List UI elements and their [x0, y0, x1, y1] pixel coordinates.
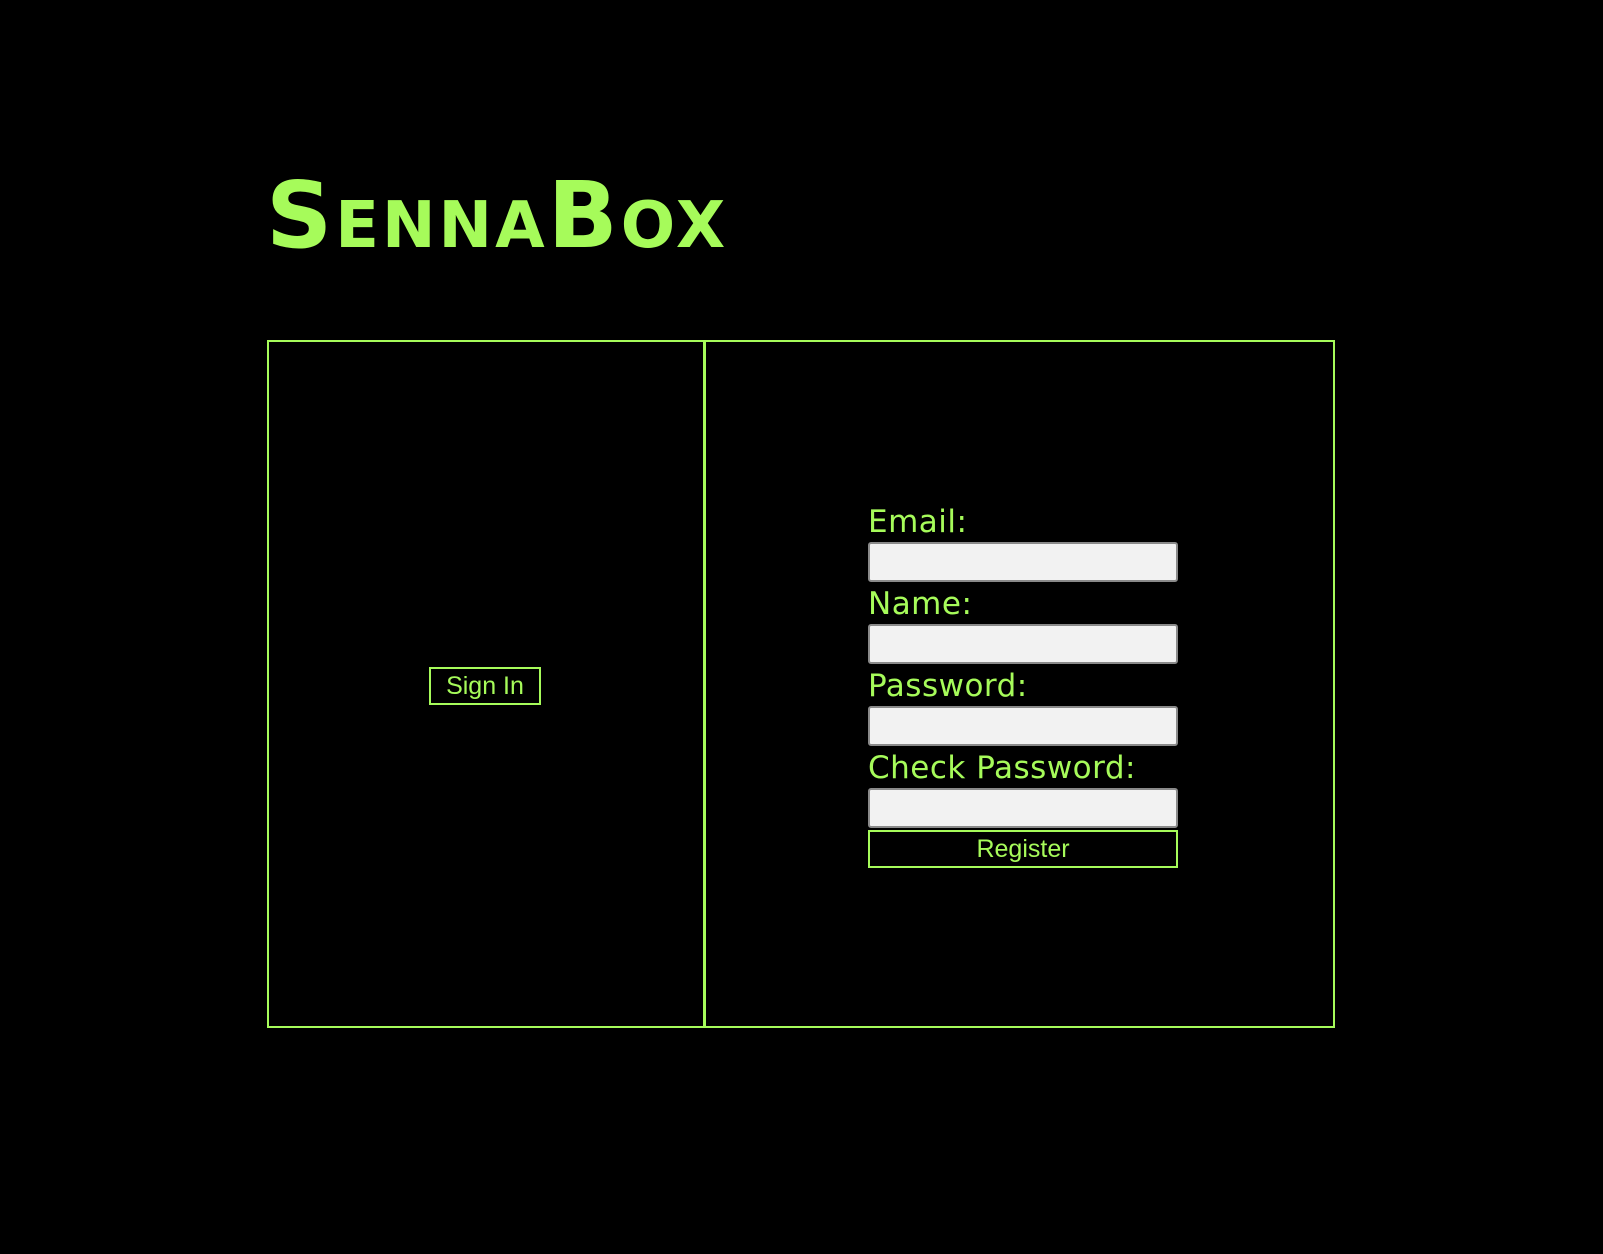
password-field[interactable] [868, 706, 1178, 746]
sign-in-button[interactable]: Sign In [429, 667, 541, 705]
register-pane: Email: Name: Password: Check Password: R… [706, 342, 1333, 1026]
logo-text-enna: ENNA [335, 189, 548, 263]
name-label: Name: [868, 586, 973, 622]
register-form: Email: Name: Password: Check Password: R… [868, 502, 1178, 868]
name-field[interactable] [868, 624, 1178, 664]
signin-pane: Sign In [269, 342, 706, 1026]
password-label: Password: [868, 668, 1028, 704]
logo-letter-b: B [547, 162, 621, 269]
register-button[interactable]: Register [868, 830, 1178, 868]
logo-letter-s: S [266, 162, 336, 269]
check-password-label: Check Password: [868, 750, 1136, 786]
site-logo: SENNABOX [266, 170, 728, 266]
auth-panel: Sign In Email: Name: Password: Check Pas… [267, 340, 1335, 1028]
email-field[interactable] [868, 542, 1178, 582]
check-password-field[interactable] [868, 788, 1178, 828]
email-label: Email: [868, 504, 968, 540]
logo-text-ox: OX [620, 189, 729, 263]
